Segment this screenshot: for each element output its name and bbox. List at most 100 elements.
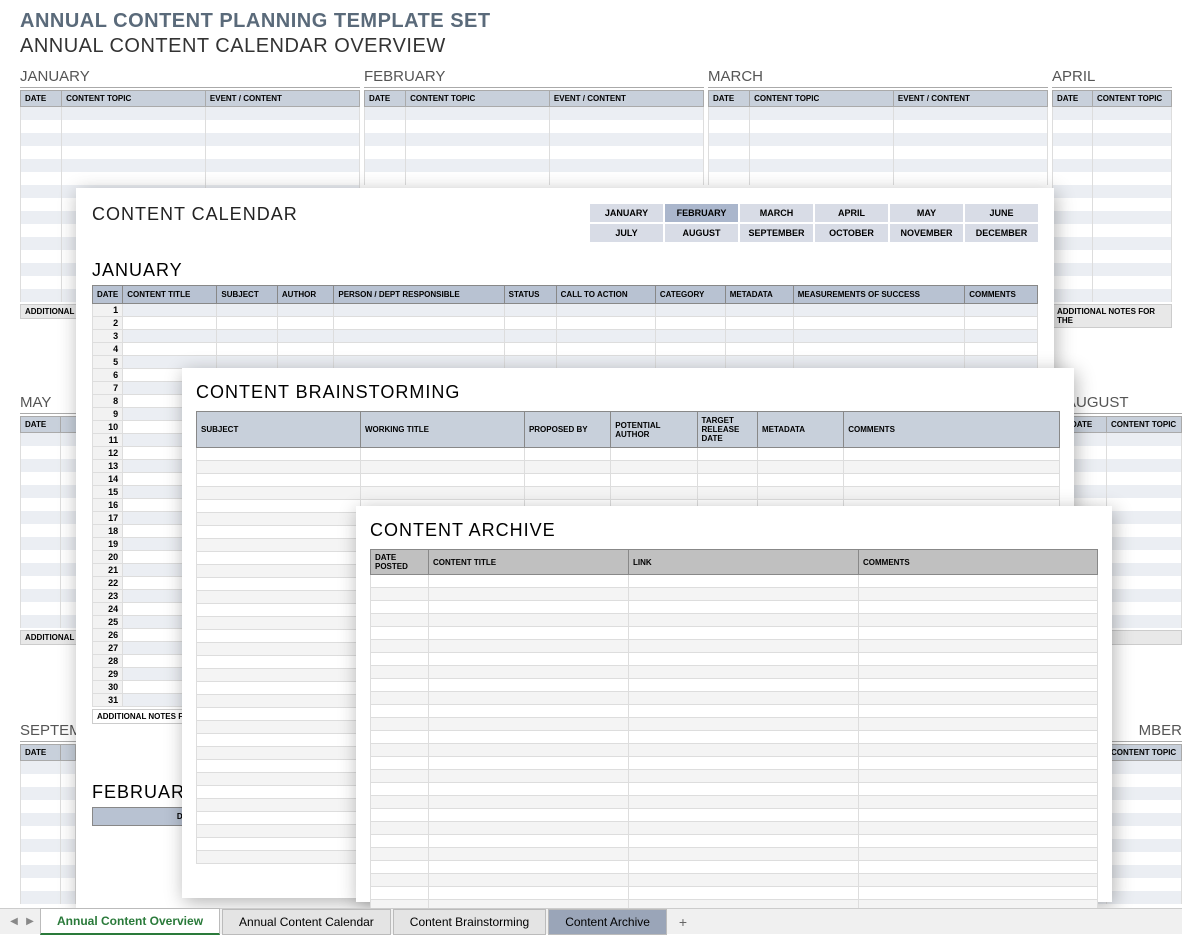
archive-cell[interactable]: [859, 783, 1098, 796]
archive-cell[interactable]: [859, 705, 1098, 718]
bs-cell[interactable]: [197, 500, 361, 513]
archive-cell[interactable]: [629, 744, 859, 757]
bs-cell[interactable]: [197, 578, 361, 591]
archive-cell[interactable]: [629, 705, 859, 718]
cc-cell[interactable]: [217, 343, 278, 356]
archive-cell[interactable]: [859, 692, 1098, 705]
tab-brainstorming[interactable]: Content Brainstorming: [393, 909, 546, 935]
archive-cell[interactable]: [429, 848, 629, 861]
bs-cell[interactable]: [197, 786, 361, 799]
cc-cell[interactable]: [277, 304, 333, 317]
archive-cell[interactable]: [859, 614, 1098, 627]
cc-cell[interactable]: [965, 317, 1038, 330]
cc-cell[interactable]: [965, 356, 1038, 369]
bs-cell[interactable]: [844, 461, 1060, 474]
bs-cell[interactable]: [360, 487, 524, 500]
archive-cell[interactable]: [859, 770, 1098, 783]
archive-cell[interactable]: [429, 575, 629, 588]
cc-day-cell[interactable]: 4: [93, 343, 123, 356]
cc-day-cell[interactable]: 8: [93, 395, 123, 408]
archive-cell[interactable]: [429, 705, 629, 718]
bs-cell[interactable]: [844, 448, 1060, 461]
cc-cell[interactable]: [123, 317, 217, 330]
bs-cell[interactable]: [524, 487, 610, 500]
bs-cell[interactable]: [757, 474, 843, 487]
cc-cell[interactable]: [793, 356, 964, 369]
cc-cell[interactable]: [655, 356, 725, 369]
month-btn-may[interactable]: MAY: [890, 204, 963, 222]
month-btn-nov[interactable]: NOVEMBER: [890, 224, 963, 242]
archive-cell[interactable]: [429, 666, 629, 679]
bs-cell[interactable]: [697, 448, 757, 461]
bs-cell[interactable]: [611, 461, 697, 474]
archive-cell[interactable]: [429, 757, 629, 770]
month-btn-jan[interactable]: JANUARY: [590, 204, 663, 222]
bs-cell[interactable]: [757, 461, 843, 474]
bs-cell[interactable]: [197, 513, 361, 526]
cc-cell[interactable]: [793, 343, 964, 356]
cc-day-cell[interactable]: 27: [93, 642, 123, 655]
archive-cell[interactable]: [371, 653, 429, 666]
archive-cell[interactable]: [371, 640, 429, 653]
cc-cell[interactable]: [217, 356, 278, 369]
cc-cell[interactable]: [277, 356, 333, 369]
archive-cell[interactable]: [629, 692, 859, 705]
cc-day-cell[interactable]: 23: [93, 590, 123, 603]
cc-cell[interactable]: [556, 330, 655, 343]
bs-cell[interactable]: [197, 773, 361, 786]
archive-cell[interactable]: [371, 575, 429, 588]
cc-day-cell[interactable]: 16: [93, 499, 123, 512]
cc-day-cell[interactable]: 21: [93, 564, 123, 577]
cc-cell[interactable]: [334, 317, 504, 330]
archive-cell[interactable]: [371, 705, 429, 718]
archive-cell[interactable]: [429, 809, 629, 822]
archive-cell[interactable]: [859, 861, 1098, 874]
archive-cell[interactable]: [371, 783, 429, 796]
cc-cell[interactable]: [965, 343, 1038, 356]
archive-cell[interactable]: [371, 627, 429, 640]
archive-cell[interactable]: [859, 718, 1098, 731]
archive-cell[interactable]: [371, 822, 429, 835]
cc-cell[interactable]: [334, 330, 504, 343]
cc-cell[interactable]: [504, 317, 556, 330]
cc-day-cell[interactable]: 2: [93, 317, 123, 330]
archive-cell[interactable]: [629, 809, 859, 822]
cc-cell[interactable]: [217, 330, 278, 343]
cc-cell[interactable]: [965, 330, 1038, 343]
bs-cell[interactable]: [197, 825, 361, 838]
archive-cell[interactable]: [859, 757, 1098, 770]
archive-cell[interactable]: [429, 588, 629, 601]
bs-cell[interactable]: [611, 487, 697, 500]
tab-annual-overview[interactable]: Annual Content Overview: [40, 908, 220, 935]
bs-cell[interactable]: [197, 747, 361, 760]
cc-day-cell[interactable]: 10: [93, 421, 123, 434]
cc-cell[interactable]: [277, 317, 333, 330]
archive-cell[interactable]: [429, 874, 629, 887]
archive-cell[interactable]: [629, 640, 859, 653]
cc-cell[interactable]: [793, 304, 964, 317]
cc-cell[interactable]: [725, 304, 793, 317]
archive-cell[interactable]: [629, 601, 859, 614]
cc-cell[interactable]: [725, 330, 793, 343]
archive-cell[interactable]: [371, 744, 429, 757]
archive-cell[interactable]: [859, 848, 1098, 861]
month-btn-jun[interactable]: JUNE: [965, 204, 1038, 222]
bs-cell[interactable]: [524, 448, 610, 461]
bs-cell[interactable]: [197, 695, 361, 708]
cc-day-cell[interactable]: 22: [93, 577, 123, 590]
cc-cell[interactable]: [556, 343, 655, 356]
archive-cell[interactable]: [859, 835, 1098, 848]
archive-cell[interactable]: [629, 835, 859, 848]
bs-cell[interactable]: [197, 526, 361, 539]
cc-day-cell[interactable]: 20: [93, 551, 123, 564]
tab-annual-calendar[interactable]: Annual Content Calendar: [222, 909, 391, 935]
archive-cell[interactable]: [859, 809, 1098, 822]
bs-cell[interactable]: [197, 643, 361, 656]
archive-cell[interactable]: [371, 835, 429, 848]
archive-cell[interactable]: [629, 731, 859, 744]
cc-cell[interactable]: [277, 343, 333, 356]
bs-cell[interactable]: [197, 799, 361, 812]
bs-cell[interactable]: [697, 487, 757, 500]
bs-cell[interactable]: [524, 461, 610, 474]
archive-cell[interactable]: [629, 796, 859, 809]
